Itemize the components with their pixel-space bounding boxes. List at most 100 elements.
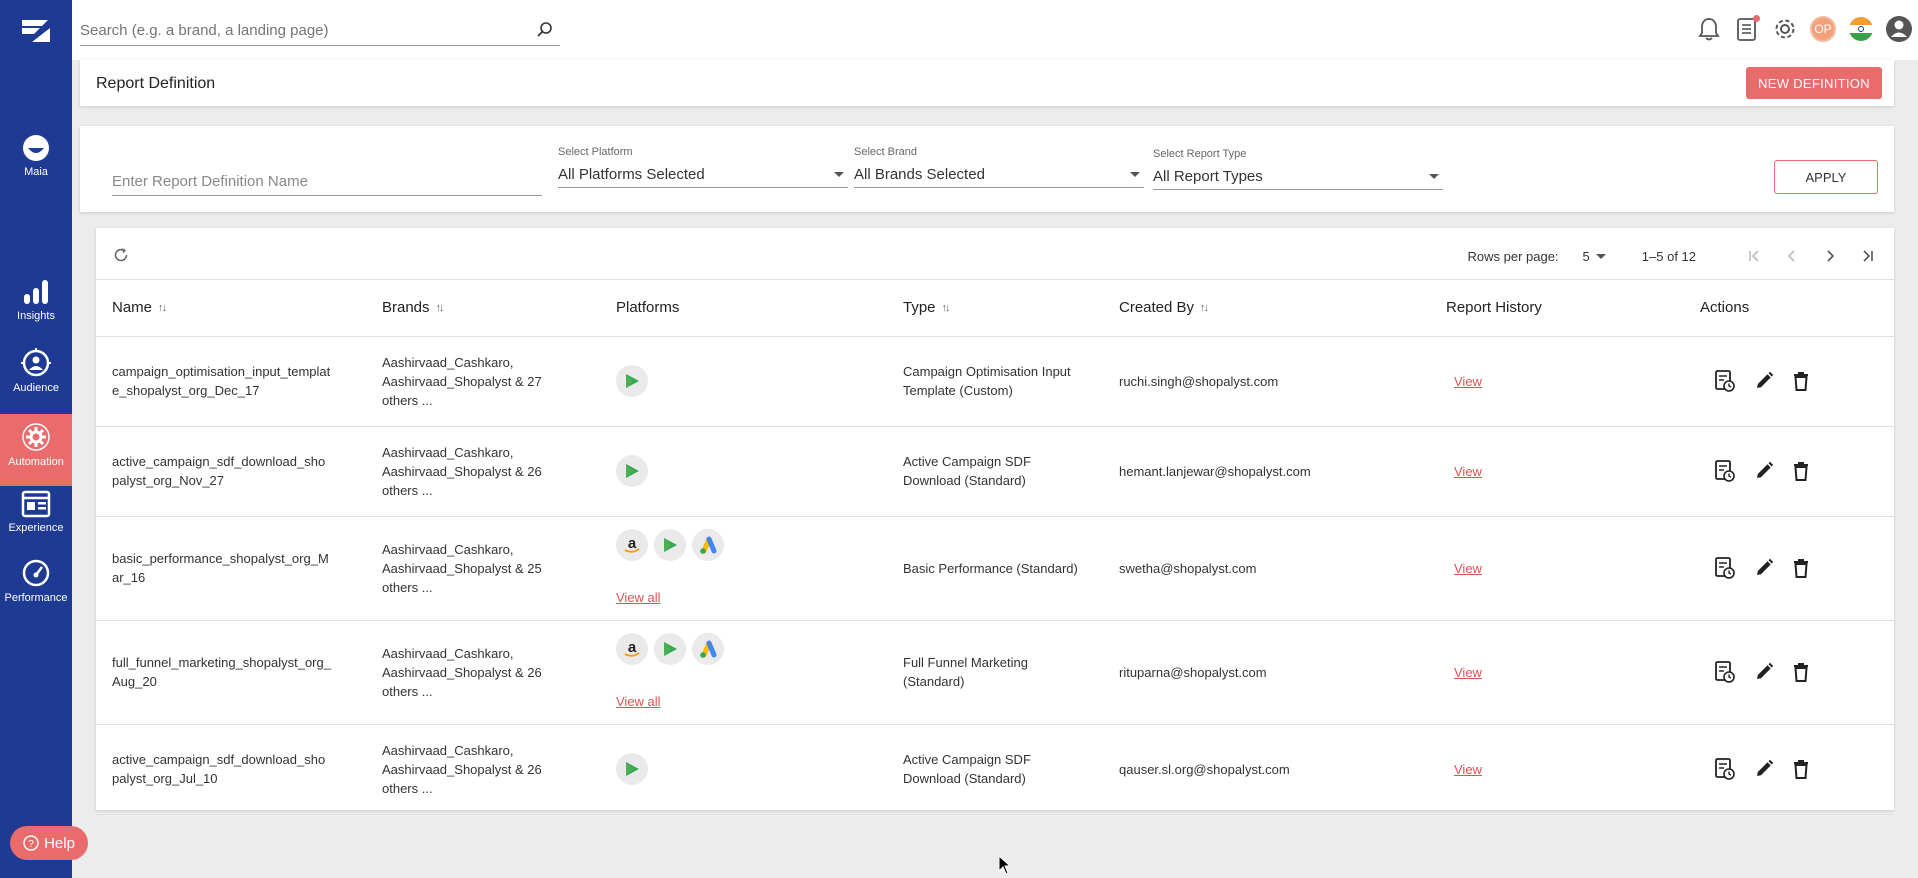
brands-cell-line: Aashirvaad_Cashkaro, xyxy=(382,742,514,758)
report-schedule-icon xyxy=(1715,370,1735,392)
view-all-platforms-link[interactable]: View all xyxy=(616,692,661,711)
column-header-type[interactable]: Type ↑↓ xyxy=(887,280,1103,337)
view-all-platforms-link[interactable]: View all xyxy=(616,588,661,607)
search-icon[interactable] xyxy=(536,21,554,39)
platform-select-label: Select Platform xyxy=(558,146,633,158)
column-header-report-history: Report History xyxy=(1416,280,1680,337)
sidebar-item-experience[interactable]: Experience xyxy=(0,490,72,534)
bar-chart-icon xyxy=(24,280,48,304)
created-by-cell: swetha@shopalyst.com xyxy=(1103,516,1416,621)
name-cell: active_campaign_sdf_download_sho palyst_o… xyxy=(96,724,366,815)
brand-select[interactable]: Select Brand All Brands Selected xyxy=(854,146,1144,188)
run-history-button[interactable] xyxy=(1714,369,1736,393)
run-history-button[interactable] xyxy=(1714,660,1736,684)
reports-button[interactable] xyxy=(1732,14,1762,44)
platform-badge: a xyxy=(616,529,648,561)
run-history-button[interactable] xyxy=(1714,556,1736,580)
rows-per-page-select[interactable]: 5 xyxy=(1583,249,1606,264)
edit-button[interactable] xyxy=(1754,662,1774,682)
last-page-button[interactable] xyxy=(1856,244,1880,268)
view-history-link[interactable]: View xyxy=(1454,665,1482,680)
first-page-button[interactable] xyxy=(1742,244,1766,268)
report-type-select[interactable]: Select Report Type All Report Types xyxy=(1153,148,1443,190)
column-header-created-by[interactable]: Created By ↑↓ xyxy=(1103,280,1416,337)
platform-badge xyxy=(692,529,724,561)
sidebar-item-label: Maia xyxy=(24,166,48,178)
delete-button[interactable] xyxy=(1792,558,1810,578)
india-flag-icon xyxy=(1849,17,1873,41)
sidebar-item-insights[interactable]: Insights xyxy=(0,278,72,322)
type-cell-line: Active Campaign SDF xyxy=(903,752,1031,767)
avatar-initials: OP xyxy=(1810,16,1836,42)
actions-cell xyxy=(1680,724,1894,815)
top-bar: OP xyxy=(72,0,1918,60)
name-cell: campaign_optimisation_input_templat e_sho… xyxy=(96,336,366,427)
apply-button[interactable]: APPLY xyxy=(1774,160,1878,194)
column-header-name[interactable]: Name ↑↓ xyxy=(96,280,366,337)
app-logo-icon[interactable] xyxy=(20,18,52,44)
sidebar-item-performance[interactable]: Performance xyxy=(0,558,72,604)
report-type-select-label: Select Report Type xyxy=(1153,148,1247,160)
play-icon xyxy=(626,464,639,478)
notifications-button[interactable] xyxy=(1694,14,1724,44)
search-input[interactable] xyxy=(80,18,520,39)
edit-button[interactable] xyxy=(1754,371,1774,391)
sort-icon[interactable]: ↑↓ xyxy=(158,302,167,314)
name-cell-line: basic_performance_shopalyst_org_M xyxy=(112,551,329,566)
edit-button[interactable] xyxy=(1754,461,1774,481)
edit-button[interactable] xyxy=(1754,759,1774,779)
platforms-cell xyxy=(600,336,887,427)
view-history-link[interactable]: View xyxy=(1454,464,1482,479)
sidebar: Maia Insights Audience Automation Experi… xyxy=(0,0,72,878)
profile-button[interactable] xyxy=(1884,14,1914,44)
platform-select-value: All Platforms Selected xyxy=(558,166,705,183)
view-history-link[interactable]: View xyxy=(1454,561,1482,576)
new-definition-button[interactable]: NEW DEFINITION xyxy=(1746,67,1882,99)
sidebar-item-audience[interactable]: Audience xyxy=(0,348,72,394)
type-cell-line: Download (Standard) xyxy=(903,771,1026,786)
play-icon xyxy=(664,642,677,656)
run-history-button[interactable] xyxy=(1714,459,1736,483)
report-name-input[interactable] xyxy=(112,168,542,196)
name-cell: basic_performance_shopalyst_org_M ar_16 xyxy=(96,516,366,621)
view-history-link[interactable]: View xyxy=(1454,374,1482,389)
sidebar-item-maia[interactable]: Maia xyxy=(0,134,72,178)
table-row: basic_performance_shopalyst_org_M ar_16 Aa… xyxy=(96,516,1894,621)
edit-button[interactable] xyxy=(1754,558,1774,578)
type-cell: Active Campaign SDF Download (Standard) xyxy=(887,426,1103,517)
svg-text:?: ? xyxy=(28,839,34,850)
brands-cell-line: Aashirvaad_Shopalyst & 25 xyxy=(382,560,542,576)
next-page-button[interactable] xyxy=(1818,244,1842,268)
platform-icons: a xyxy=(616,633,887,665)
sort-icon[interactable]: ↑↓ xyxy=(436,302,445,314)
pencil-icon xyxy=(1757,759,1774,776)
sidebar-item-label: Audience xyxy=(13,382,59,394)
chevron-down-icon xyxy=(1130,172,1140,177)
name-cell: full_funnel_marketing_shopalyst_org_ Aug_… xyxy=(96,620,366,725)
platform-select[interactable]: Select Platform All Platforms Selected xyxy=(558,146,848,188)
delete-button[interactable] xyxy=(1792,371,1810,391)
delete-button[interactable] xyxy=(1792,662,1810,682)
language-flag-button[interactable] xyxy=(1846,14,1876,44)
view-history-link[interactable]: View xyxy=(1454,762,1482,777)
brands-cell-line: others ... xyxy=(382,780,433,796)
trash-icon xyxy=(1794,760,1808,779)
delete-button[interactable] xyxy=(1792,461,1810,481)
sort-icon[interactable]: ↑↓ xyxy=(1200,302,1209,314)
created-by-cell: ruchi.singh@shopalyst.com xyxy=(1103,336,1416,427)
settings-button[interactable] xyxy=(1770,14,1800,44)
run-history-button[interactable] xyxy=(1714,757,1736,781)
sidebar-item-automation[interactable]: Automation xyxy=(0,414,72,486)
chevron-left-icon xyxy=(1787,250,1795,262)
delete-button[interactable] xyxy=(1792,759,1810,779)
user-initials-avatar[interactable]: OP xyxy=(1808,14,1838,44)
refresh-icon[interactable] xyxy=(112,246,130,264)
platform-icons xyxy=(616,365,887,397)
help-button[interactable]: ? Help xyxy=(10,826,88,860)
sort-icon[interactable]: ↑↓ xyxy=(942,302,951,314)
brands-cell: Aashirvaad_Cashkaro, Aashirvaad_Shopalyst… xyxy=(366,336,600,427)
name-cell-line: campaign_optimisation_input_templat xyxy=(112,364,331,379)
previous-page-button[interactable] xyxy=(1780,244,1804,268)
column-header-brands[interactable]: Brands ↑↓ xyxy=(366,280,600,337)
pencil-icon xyxy=(1757,558,1774,575)
